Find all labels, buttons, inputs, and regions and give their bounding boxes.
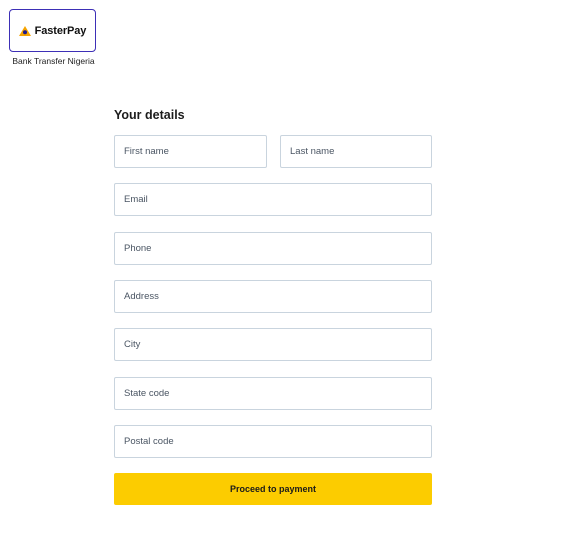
fasterpay-logo: FasterPay [18, 24, 87, 37]
city-input[interactable] [114, 328, 432, 361]
state-code-input[interactable] [114, 377, 432, 410]
fasterpay-logo-icon [18, 25, 31, 36]
address-input[interactable] [114, 280, 432, 313]
proceed-to-payment-button[interactable]: Proceed to payment [114, 473, 432, 505]
postal-code-input[interactable] [114, 425, 432, 458]
payment-method-card[interactable]: FasterPay [9, 9, 96, 52]
phone-input[interactable] [114, 232, 432, 265]
checkout-page: FasterPay Bank Transfer Nigeria Your det… [0, 0, 562, 546]
form-title: Your details [114, 108, 185, 122]
fasterpay-logo-text: FasterPay [34, 24, 87, 37]
last-name-input[interactable] [280, 135, 432, 168]
first-name-input[interactable] [114, 135, 267, 168]
payment-method-caption: Bank Transfer Nigeria [12, 56, 95, 66]
email-input[interactable] [114, 183, 432, 216]
